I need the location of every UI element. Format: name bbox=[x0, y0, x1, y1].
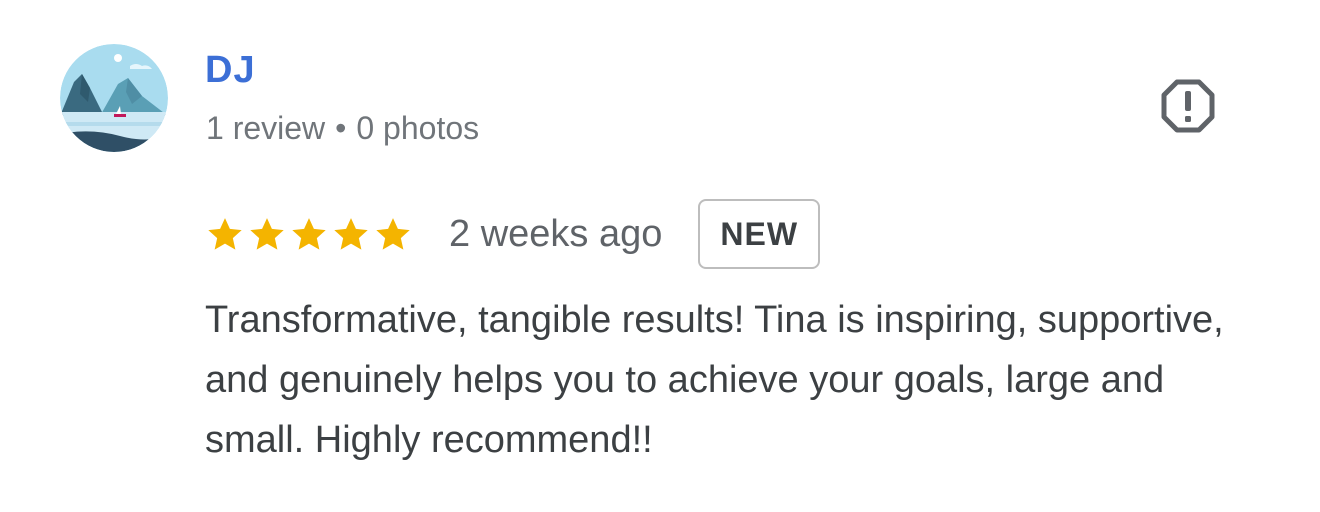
reviewer-meta: 1 review • 0 photos bbox=[206, 108, 479, 148]
reviewer-name[interactable]: DJ bbox=[205, 48, 256, 92]
star-icon bbox=[208, 218, 242, 250]
review-date: 2 weeks ago bbox=[449, 213, 663, 255]
report-octagon-icon bbox=[1161, 79, 1215, 133]
star-icon bbox=[334, 218, 368, 250]
review-text: Transformative, tangible results! Tina i… bbox=[205, 299, 1224, 461]
meta-separator: • bbox=[335, 110, 347, 146]
star-icon bbox=[292, 218, 326, 250]
star-rating bbox=[205, 214, 413, 254]
rating-row: 2 weeks ago NEW bbox=[205, 196, 821, 272]
avatar[interactable] bbox=[60, 44, 168, 152]
star-icon bbox=[376, 218, 410, 250]
report-button[interactable] bbox=[1158, 76, 1218, 136]
star-icon bbox=[250, 218, 284, 250]
mountain-landscape-avatar-icon bbox=[60, 44, 168, 152]
new-badge: NEW bbox=[698, 199, 821, 269]
photo-count: 0 photos bbox=[356, 110, 480, 146]
review-card: DJ 1 review • 0 photos 2 weeks ago NEW Tra… bbox=[0, 0, 1320, 512]
review-count: 1 review bbox=[206, 110, 326, 146]
